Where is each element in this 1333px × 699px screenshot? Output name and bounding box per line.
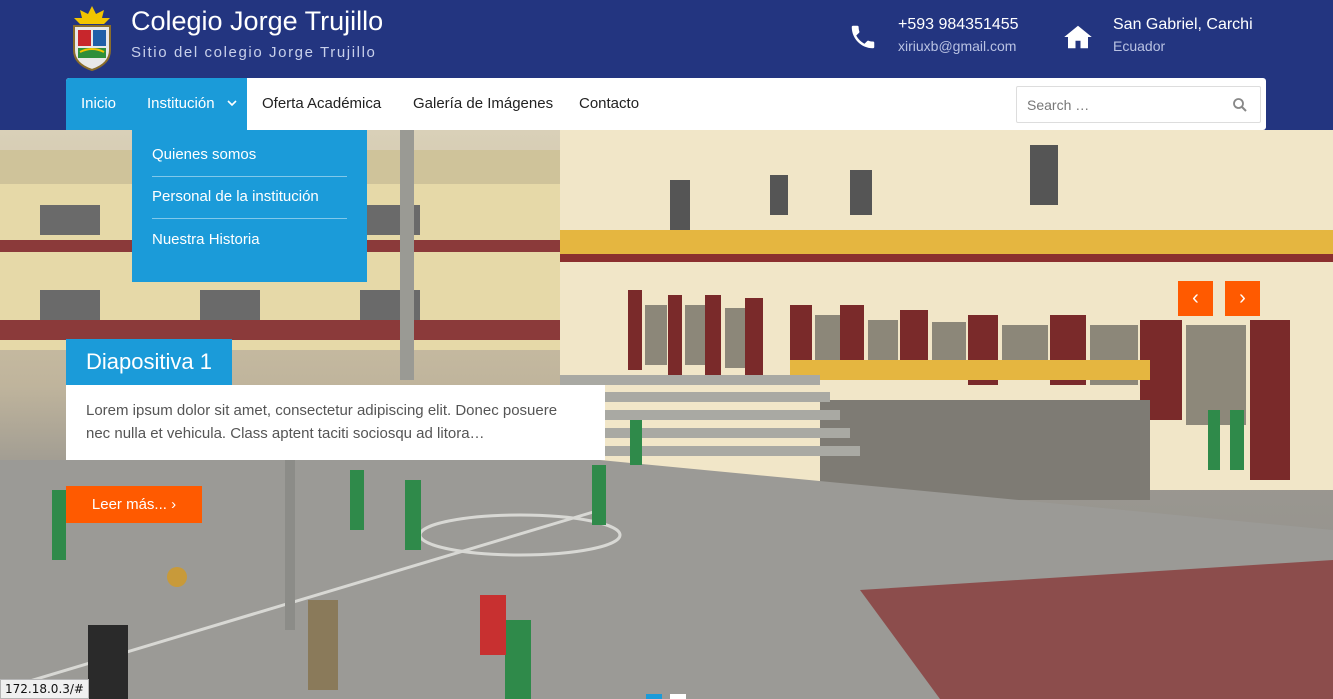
- nav-item-inicio[interactable]: Inicio: [66, 78, 131, 130]
- slide-text: Lorem ipsum dolor sit amet, consectetur …: [66, 385, 605, 460]
- location-country: Ecuador: [1113, 38, 1166, 54]
- contact-phone: +593 984351455 xiriuxb@gmail.com: [848, 16, 1019, 54]
- dropdown-item-historia[interactable]: Nuestra Historia: [152, 219, 347, 251]
- site-description: Sitio del colegio Jorge Trujillo: [131, 44, 377, 61]
- read-more-button[interactable]: Leer más... ›: [66, 486, 202, 523]
- browser-status-bar: 172.18.0.3/#: [0, 679, 89, 699]
- nav-item-galeria[interactable]: Galería de Imágenes: [413, 78, 553, 130]
- dropdown-item-personal[interactable]: Personal de la institución: [152, 177, 347, 219]
- search-icon[interactable]: [1232, 97, 1248, 113]
- nav-item-contacto[interactable]: Contacto: [579, 78, 639, 130]
- search-box: [1016, 86, 1261, 123]
- email-address[interactable]: xiriuxb@gmail.com: [898, 38, 1019, 54]
- home-icon: [1063, 22, 1093, 52]
- slider-dot-active[interactable]: [646, 694, 662, 699]
- nav-item-institucion[interactable]: Institución: [131, 78, 247, 130]
- slide-title: Diapositiva 1: [66, 339, 232, 385]
- main-navigation: Inicio Institución Oferta Académica Gale…: [66, 78, 1266, 130]
- location-city: San Gabriel, Carchi: [1113, 16, 1253, 33]
- nav-item-oferta-academica[interactable]: Oferta Académica: [262, 78, 381, 130]
- school-crest-icon[interactable]: [66, 6, 118, 72]
- slider-next-button[interactable]: ›: [1225, 281, 1260, 316]
- dropdown-item-quienes-somos[interactable]: Quienes somos: [152, 130, 347, 177]
- search-input[interactable]: [1017, 87, 1217, 122]
- phone-number[interactable]: +593 984351455: [898, 16, 1019, 34]
- site-title[interactable]: Colegio Jorge Trujillo: [131, 6, 383, 37]
- slider-dot[interactable]: [670, 694, 686, 699]
- slider-prev-button[interactable]: ‹: [1178, 281, 1213, 316]
- institucion-dropdown-menu: Quienes somos Personal de la institución…: [132, 130, 367, 282]
- contact-location: San Gabriel, Carchi Ecuador: [1063, 16, 1253, 54]
- nav-item-label: Institución: [147, 95, 215, 112]
- phone-icon: [848, 22, 878, 52]
